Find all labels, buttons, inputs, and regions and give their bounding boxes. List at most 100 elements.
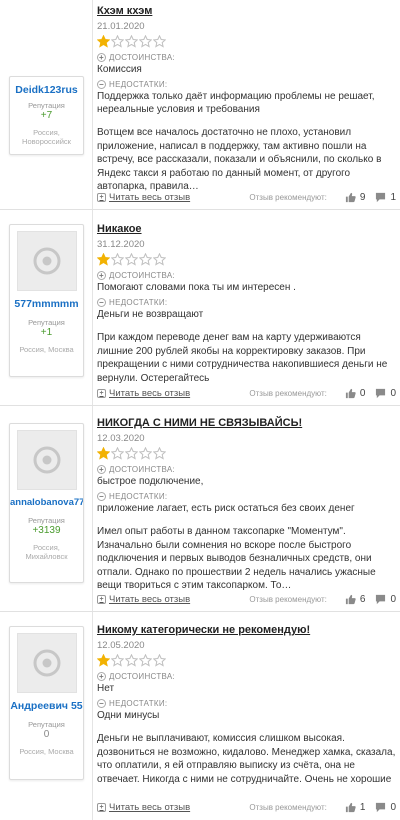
star-filled-icon	[97, 654, 110, 667]
user-location: Россия, Михайловск	[25, 543, 68, 561]
thumbs-up-icon	[345, 388, 356, 398]
review-title-link[interactable]: НИКОГДА С НИМИ НЕ СВЯЗЫВАЙСЬ!	[97, 416, 396, 430]
cons-label: НЕДОСТАТКИ:	[109, 699, 168, 708]
like-button[interactable]: 9	[345, 191, 366, 203]
avatar[interactable]	[16, 633, 77, 693]
user-location: Россия, Новороссийск	[22, 128, 71, 146]
read-full-review-link[interactable]: + Читать весь отзыв	[97, 802, 190, 813]
star-empty-icon	[153, 253, 166, 266]
pros-text: Комиссия	[97, 64, 142, 75]
user-name-link[interactable]: Deidk123rus	[10, 84, 83, 96]
review-card: 577mmmmm Репутация +1 Россия, Москва Ник…	[0, 210, 400, 406]
like-button[interactable]: 6	[345, 594, 365, 605]
cons-text: Одни минусы	[97, 710, 160, 721]
expand-icon: +	[97, 594, 106, 604]
review-text: Деньги не выплачивают, комиссия слишком …	[97, 733, 396, 785]
thumbs-up-icon	[345, 594, 356, 604]
comments-button[interactable]: 0	[375, 802, 396, 813]
review-footer: + Читать весь отзыв Отзыв рекомендуют: 0 …	[97, 386, 396, 400]
pros-text: быстрое подключение,	[97, 476, 204, 487]
star-filled-icon	[97, 35, 110, 48]
star-empty-icon	[111, 654, 124, 667]
avatar[interactable]	[16, 430, 77, 490]
default-avatar-icon	[33, 446, 60, 474]
reputation-value: 0	[43, 729, 50, 740]
like-count: 9	[359, 191, 366, 203]
review-date: 12.05.2020	[97, 640, 145, 651]
default-avatar-icon	[33, 247, 60, 275]
plus-circle-icon: +	[97, 53, 106, 62]
recommend-label: Отзыв рекомендуют:	[249, 192, 327, 202]
user-location: Россия, Москва	[19, 345, 74, 354]
star-filled-icon	[97, 253, 110, 266]
comments-button[interactable]: 0	[375, 594, 396, 605]
comment-icon	[376, 388, 386, 398]
user-column: 577mmmmm Репутация +1 Россия, Москва	[0, 210, 93, 405]
pros-label: ДОСТОИНСТВА:	[109, 672, 176, 681]
review-card: annalobanova77 Репутация +3139 Россия, М…	[0, 406, 400, 612]
cons-text: Поддержка только даёт информацию проблем…	[97, 91, 375, 115]
review-footer: + Читать весь отзыв Отзыв рекомендуют: 9 …	[97, 190, 396, 204]
star-empty-icon	[125, 35, 138, 48]
comments-button[interactable]: 0	[375, 388, 396, 399]
comments-button[interactable]: 1	[375, 192, 396, 203]
rating-stars	[97, 253, 396, 267]
like-button[interactable]: 1	[345, 801, 366, 813]
thumbs-up-icon	[345, 802, 356, 812]
review-date: 21.01.2020	[97, 21, 145, 32]
star-empty-icon	[111, 35, 124, 48]
cons-label: НЕДОСТАТКИ:	[109, 80, 168, 89]
user-name-link[interactable]: 577mmmmm	[10, 298, 83, 310]
comment-count: 0	[390, 593, 396, 605]
reputation-label: Репутация	[28, 101, 65, 110]
plus-circle-icon: +	[97, 465, 106, 474]
review-date: 12.03.2020	[97, 433, 145, 444]
star-empty-icon	[139, 447, 152, 460]
user-location: Россия, Москва	[19, 747, 74, 756]
review-title-link[interactable]: Никому категорически не рекомендую!	[97, 623, 396, 637]
cons-heading: − НЕДОСТАТКИ:	[97, 79, 396, 90]
review-title-link[interactable]: Кхэм кхэм	[97, 4, 396, 18]
recommend-label: Отзыв рекомендуют:	[249, 594, 327, 604]
read-full-review-link[interactable]: + Читать весь отзыв	[97, 594, 190, 605]
star-empty-icon	[125, 253, 138, 266]
expand-icon: +	[97, 802, 106, 812]
user-column: annalobanova77 Репутация +3139 Россия, М…	[0, 406, 93, 611]
comment-count: 0	[390, 387, 396, 399]
review-text: При каждом переводе денег вам на карту у…	[97, 332, 388, 384]
review-footer: + Читать весь отзыв Отзыв рекомендуют: 6 …	[97, 592, 396, 606]
like-button[interactable]: 0	[345, 388, 365, 399]
review-text: Вотщем все началось достаточно не плохо,…	[97, 127, 382, 192]
avatar[interactable]	[16, 231, 77, 291]
user-card: 577mmmmm Репутация +1 Россия, Москва	[9, 224, 84, 377]
user-name-link[interactable]: Андреевич 55	[10, 700, 83, 712]
user-card: Deidk123rus Репутация +7 Россия, Новорос…	[9, 76, 84, 155]
star-empty-icon	[139, 654, 152, 667]
expand-icon: +	[97, 388, 106, 398]
read-more-label: Читать весь отзыв	[109, 387, 191, 399]
read-full-review-link[interactable]: + Читать весь отзыв	[97, 388, 190, 399]
read-full-review-link[interactable]: + Читать весь отзыв	[97, 192, 190, 203]
star-empty-icon	[153, 35, 166, 48]
read-more-label: Читать весь отзыв	[109, 801, 191, 813]
review-content: Кхэм кхэм 21.01.2020 + ДОСТОИНСТВА: Комис…	[97, 0, 396, 210]
review-content: НИКОГДА С НИМИ НЕ СВЯЗЫВАЙСЬ! 12.03.2020…	[97, 406, 396, 612]
user-card: annalobanova77 Репутация +3139 Россия, М…	[9, 423, 84, 583]
thumbs-up-icon	[345, 192, 356, 202]
cons-text: Деньги не возвращают	[97, 309, 204, 320]
review-footer: + Читать весь отзыв Отзыв рекомендуют: 1 …	[97, 800, 396, 814]
cons-heading: − НЕДОСТАТКИ:	[97, 698, 396, 709]
pros-heading: + ДОСТОИНСТВА:	[97, 52, 396, 63]
pros-heading: + ДОСТОИНСТВА:	[97, 270, 396, 281]
user-name-link[interactable]: annalobanova77	[10, 497, 83, 508]
star-empty-icon	[139, 35, 152, 48]
recommend-label: Отзыв рекомендуют:	[249, 802, 327, 812]
cons-heading: − НЕДОСТАТКИ:	[97, 491, 396, 502]
user-card: Андреевич 55 Репутация 0 Россия, Москва	[9, 626, 84, 780]
rating-stars	[97, 654, 396, 668]
like-count: 1	[359, 801, 366, 813]
reputation-label: Репутация	[28, 720, 65, 729]
reputation-value: +7	[40, 110, 53, 121]
star-empty-icon	[125, 447, 138, 460]
review-title-link[interactable]: Никакое	[97, 222, 396, 236]
